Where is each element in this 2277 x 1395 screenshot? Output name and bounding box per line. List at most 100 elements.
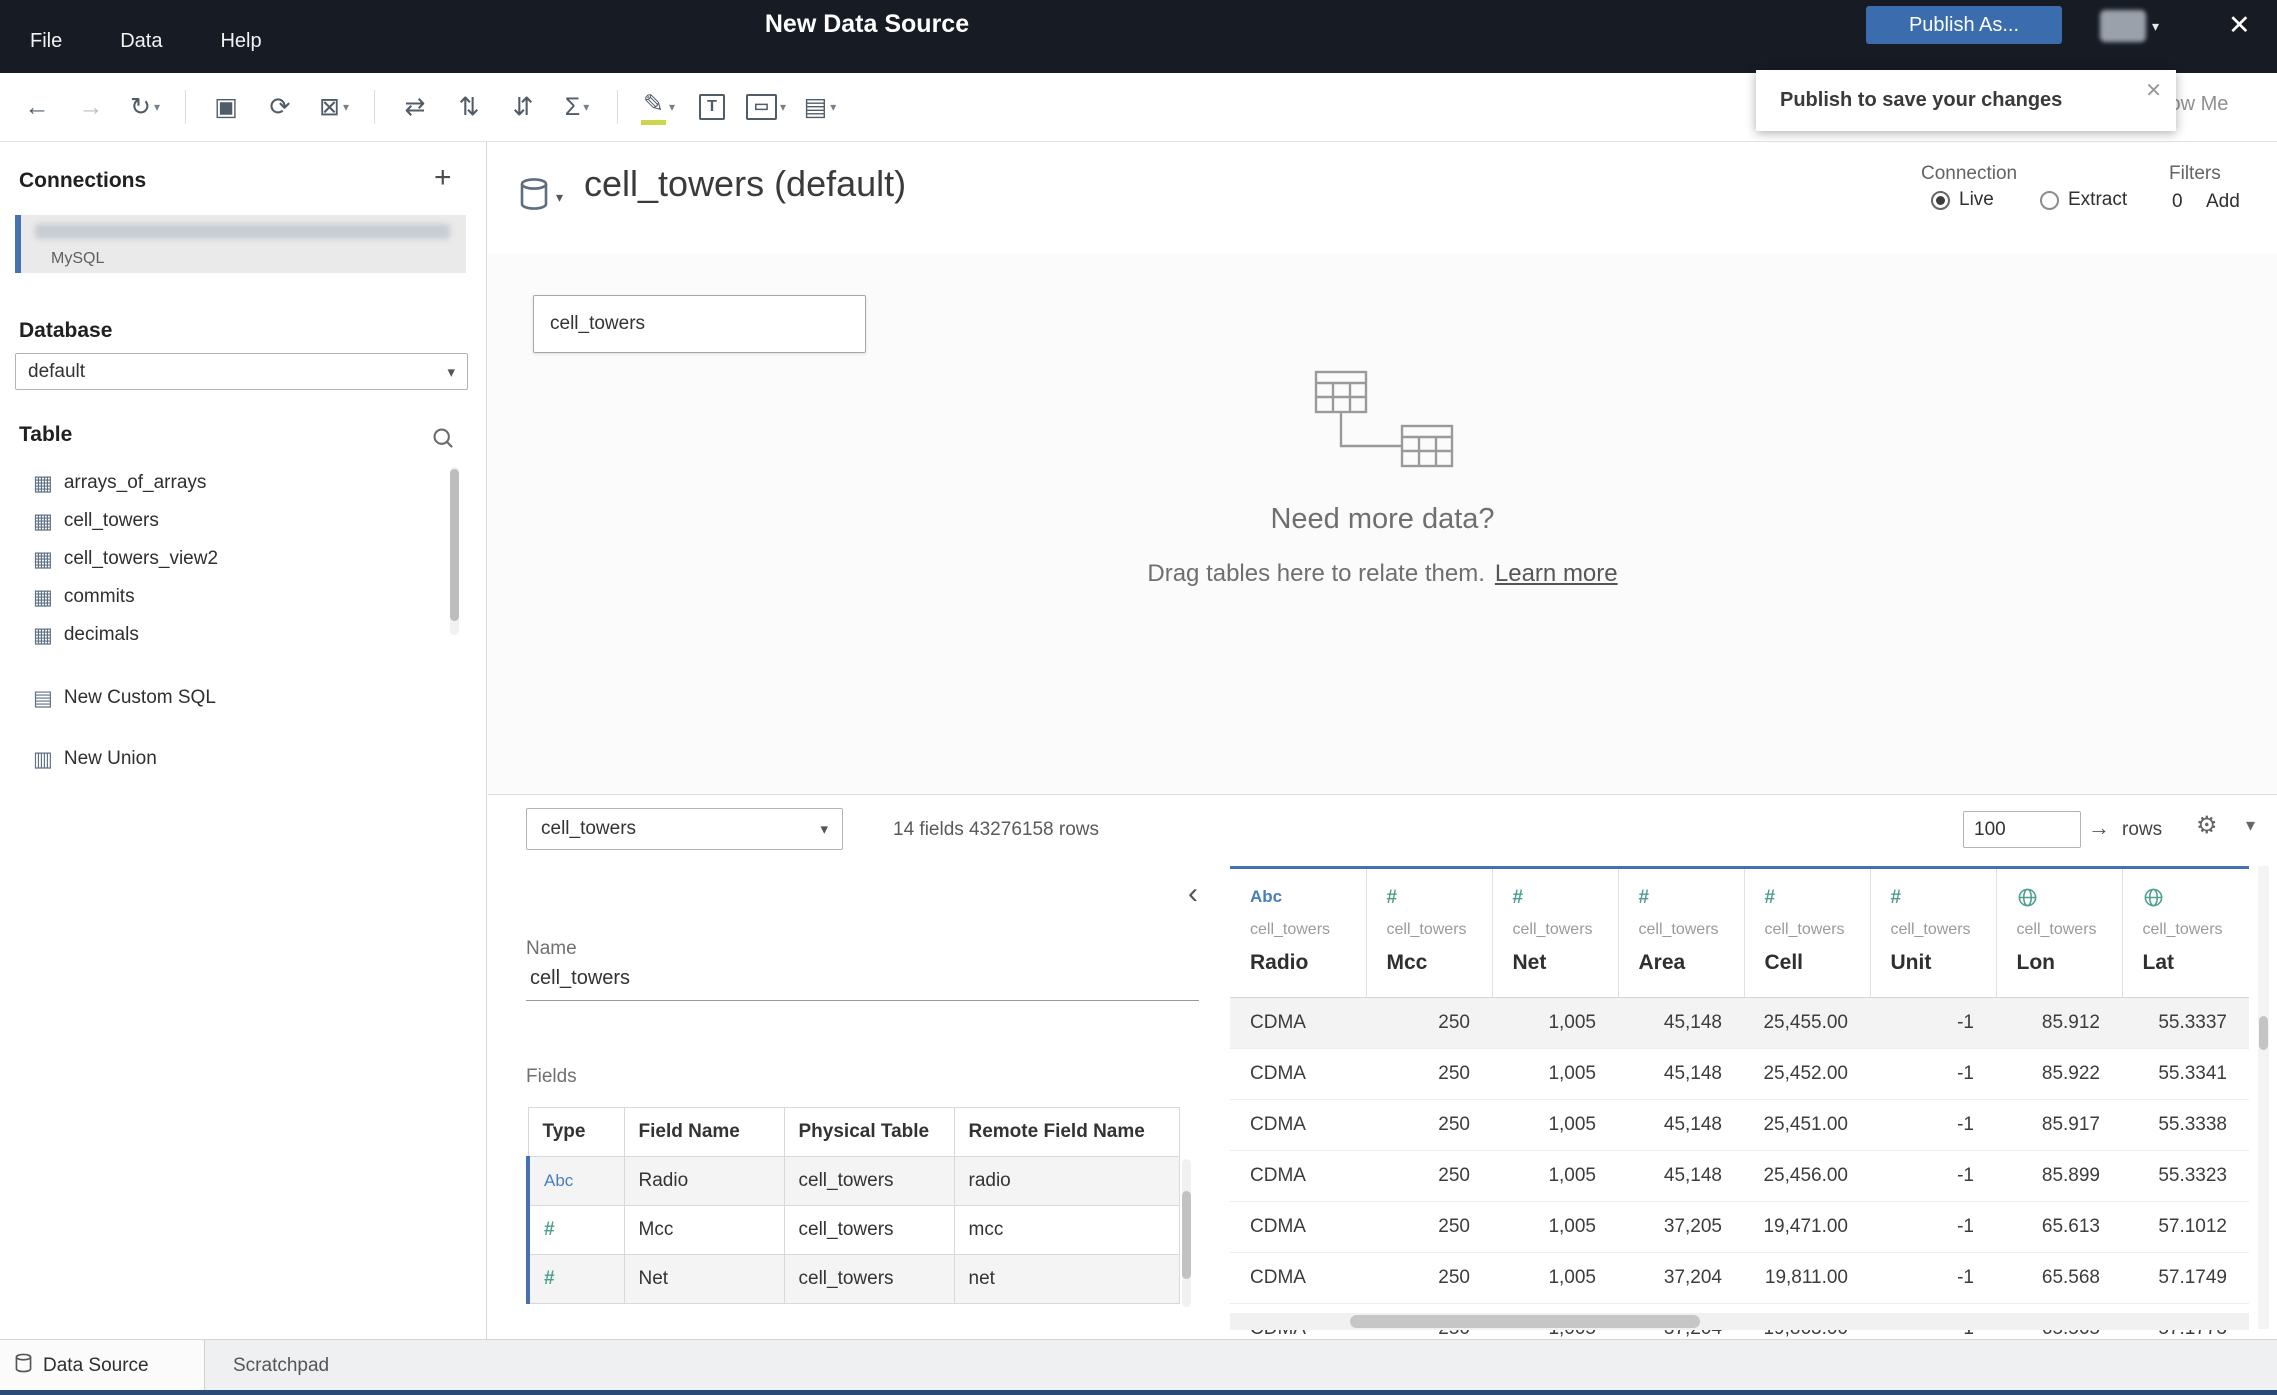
- learn-more-link[interactable]: Learn more: [1495, 560, 1618, 587]
- table-name: arrays_of_arrays: [63, 472, 207, 493]
- grid-column-header-unit[interactable]: # cell_towers Unit: [1870, 866, 1997, 998]
- refresh-data-source-icon[interactable]: ⟳: [253, 84, 307, 130]
- new-custom-sql-button[interactable]: ▤ New Custom SQL: [0, 679, 481, 717]
- new-custom-sql-label: New Custom SQL: [63, 687, 216, 708]
- fit-icon[interactable]: ▭ ▾: [739, 84, 793, 130]
- empty-state-hint: Drag tables here to relate them. Learn mo…: [488, 560, 2277, 588]
- tableau-web-authoring-window: File Data Help New Data Source Publish A…: [0, 0, 2277, 1395]
- grid-cell: 85.912: [1996, 997, 2122, 1049]
- field-row[interactable]: # Mcc cell_towers mcc: [526, 1205, 1180, 1255]
- column-name: Radio: [1250, 951, 1309, 974]
- geo-type-icon: [2017, 887, 2122, 913]
- menu-help[interactable]: Help: [220, 30, 261, 53]
- redo-icon[interactable]: →: [64, 84, 118, 130]
- scrollbar-thumb[interactable]: [1350, 1315, 1700, 1328]
- load-rows-arrow-icon[interactable]: →: [2088, 815, 2110, 841]
- table-list-scrollbar[interactable]: [450, 467, 459, 635]
- swap-rows-columns-icon[interactable]: ⇄: [388, 84, 442, 130]
- grid-cell: 55.3323: [2122, 1150, 2249, 1202]
- database-select[interactable]: default ▾: [15, 353, 468, 390]
- physical-table: cell_towers: [783, 1156, 955, 1206]
- connection-extract-radio[interactable]: Extract: [2040, 189, 2127, 211]
- sort-ascending-icon[interactable]: ⇅: [442, 84, 496, 130]
- number-type-icon: #: [1764, 887, 1776, 908]
- sort-descending-icon[interactable]: ⇵: [496, 84, 550, 130]
- grid-column-header-net[interactable]: # cell_towers Net: [1492, 866, 1619, 998]
- replay-icon[interactable]: ↻ ▾: [118, 84, 172, 130]
- scrollbar-thumb[interactable]: [2259, 1016, 2268, 1050]
- preview-table-selector[interactable]: cell_towers ▾: [526, 808, 843, 850]
- show-cards-icon[interactable]: ▤ ▾: [793, 84, 847, 130]
- canvas-table-cell-towers[interactable]: cell_towers: [533, 295, 866, 353]
- number-type-icon: #: [1638, 887, 1650, 908]
- column-table-label: cell_towers: [2142, 921, 2223, 938]
- radio-selected-icon: [1931, 190, 1950, 210]
- column-table-label: cell_towers: [1638, 921, 1719, 938]
- grid-cell: 37,204: [1618, 1252, 1744, 1304]
- filters-add-button[interactable]: Add: [2206, 191, 2240, 213]
- table-name-field[interactable]: [526, 967, 1199, 1001]
- grid-cell: 19,811.00: [1744, 1252, 1870, 1304]
- connection-live-radio[interactable]: Live: [1931, 189, 1994, 211]
- database-icon[interactable]: [518, 177, 550, 216]
- chevron-down-icon[interactable]: ▾: [556, 189, 563, 206]
- publish-as-button[interactable]: Publish As...: [1866, 6, 2062, 44]
- undo-icon[interactable]: ←: [10, 84, 64, 130]
- collapse-metadata-icon[interactable]: ‹: [1188, 879, 1198, 909]
- column-table-label: cell_towers: [1890, 921, 1971, 938]
- grid-column-header-lon[interactable]: cell_towers Lon: [1996, 866, 2123, 998]
- user-avatar[interactable]: ▾: [2100, 8, 2172, 44]
- column-table-label: cell_towers: [1386, 921, 1467, 938]
- table-list-item[interactable]: ▦ arrays_of_arrays: [0, 464, 448, 502]
- col-physical-table: Physical Table: [783, 1107, 955, 1157]
- grid-row: CDMA 250 1,005 45,148 25,456.00 -1 85.899 55.33…: [1230, 1150, 2249, 1202]
- table-list-item[interactable]: ▦ cell_towers_view2: [0, 540, 448, 578]
- grid-cell: 55.3338: [2122, 1099, 2249, 1151]
- grid-vertical-scrollbar[interactable]: [2258, 866, 2269, 1329]
- grid-cell: 250: [1366, 1252, 1492, 1304]
- menu-file[interactable]: File: [30, 30, 62, 53]
- grid-row: CDMA 250 1,005 37,205 19,471.00 -1 65.613 57.10…: [1230, 1201, 2249, 1253]
- scrollbar-thumb[interactable]: [1182, 1191, 1191, 1279]
- table-list-item[interactable]: ▦ cell_towers: [0, 502, 448, 540]
- grid-horizontal-scrollbar[interactable]: [1230, 1313, 2249, 1330]
- grid-cell: 25,455.00: [1744, 997, 1870, 1049]
- field-row[interactable]: # Net cell_towers net: [526, 1254, 1180, 1304]
- clear-sheet-icon[interactable]: ⊠ ▾: [307, 84, 361, 130]
- table-list-item[interactable]: ▦ commits: [0, 578, 448, 616]
- close-icon[interactable]: ✕: [2228, 12, 2251, 39]
- grid-cell: 45,148: [1618, 997, 1744, 1049]
- grid-row: CDMA 250 1,005 37,204 19,811.00 -1 65.568 57.17…: [1230, 1252, 2249, 1304]
- collapse-preview-icon[interactable]: ▾: [2246, 815, 2255, 836]
- chevron-down-icon: ▾: [2152, 17, 2160, 34]
- menu-data[interactable]: Data: [120, 30, 162, 53]
- grid-column-header-lat[interactable]: cell_towers Lat: [2122, 866, 2249, 998]
- grid-column-header-area[interactable]: # cell_towers Area: [1618, 866, 1745, 998]
- grid-cell: CDMA: [1230, 1201, 1366, 1253]
- connection-item[interactable]: MySQL: [15, 215, 466, 273]
- fields-scrollbar[interactable]: [1182, 1159, 1191, 1307]
- text-annotation-icon[interactable]: T: [685, 84, 739, 130]
- row-count-input[interactable]: [1963, 811, 2081, 848]
- tooltip-close-icon[interactable]: ✕: [2145, 78, 2162, 103]
- new-union-button[interactable]: ▥ New Union: [0, 740, 481, 778]
- new-union-label: New Union: [63, 748, 157, 769]
- grid-column-header-mcc[interactable]: # cell_towers Mcc: [1366, 866, 1493, 998]
- tab-scratchpad[interactable]: Scratchpad: [205, 1340, 357, 1391]
- add-connection-icon[interactable]: +: [434, 163, 452, 193]
- gear-icon[interactable]: ⚙: [2196, 811, 2218, 840]
- tab-data-source[interactable]: Data Source: [0, 1340, 205, 1391]
- fields-table: Type Field Name Physical Table Remote Fi…: [526, 1107, 1180, 1304]
- tab-label: Data Source: [43, 1354, 149, 1376]
- highlight-icon[interactable]: ✎ ▾: [631, 84, 685, 130]
- grid-column-header-cell[interactable]: # cell_towers Cell: [1744, 866, 1871, 998]
- database-selected-value: default: [28, 360, 86, 382]
- grid-cell: CDMA: [1230, 1048, 1366, 1100]
- scrollbar-thumb[interactable]: [450, 469, 459, 621]
- totals-icon[interactable]: Σ ▾: [550, 84, 604, 130]
- table-list-item[interactable]: ▦ decimals: [0, 616, 448, 654]
- grid-column-header-radio[interactable]: Abc cell_towers Radio: [1230, 866, 1367, 998]
- search-icon[interactable]: [430, 425, 456, 456]
- paste-icon[interactable]: ▣: [199, 84, 253, 130]
- field-row[interactable]: Abc Radio cell_towers radio: [526, 1156, 1180, 1206]
